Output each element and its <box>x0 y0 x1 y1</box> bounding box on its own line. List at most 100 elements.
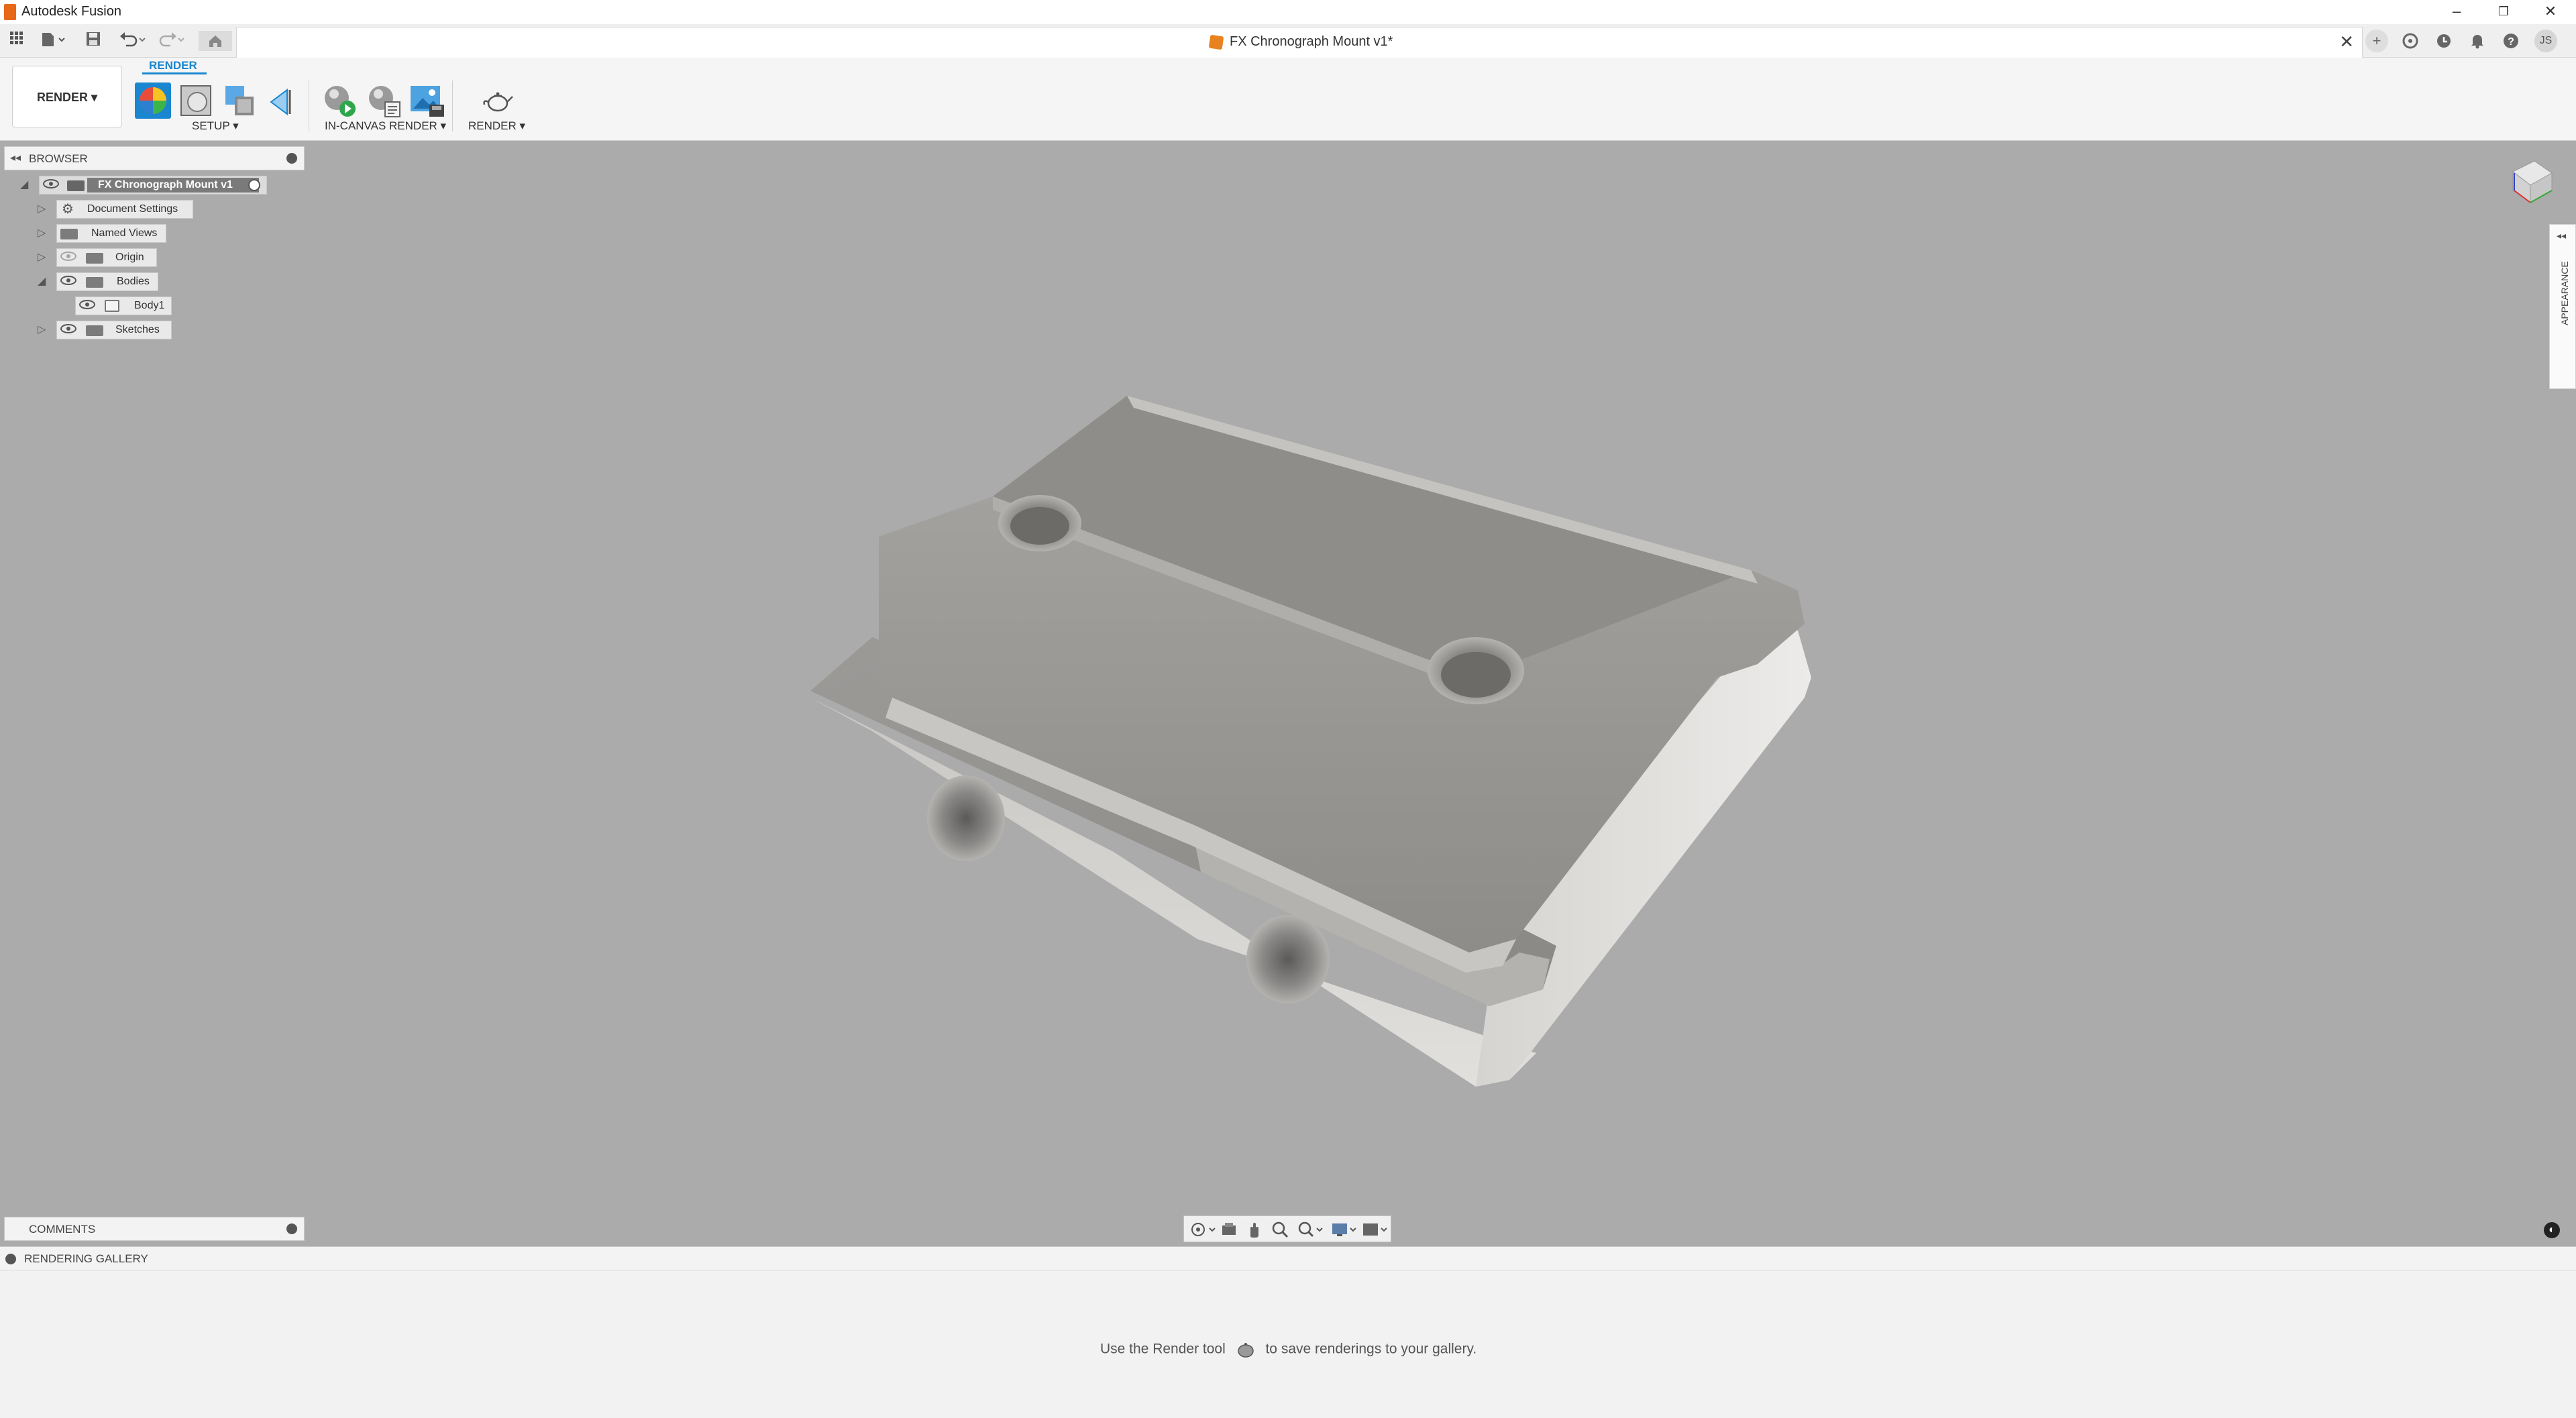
render-teapot-icon <box>1234 1340 1258 1359</box>
model-body1[interactable] <box>798 382 1831 1093</box>
toolbar: RENDER ▾ RENDER SETUP ▾ IN-CANVAS RENDER… <box>0 58 2576 141</box>
new-tab-icon[interactable]: + <box>2365 30 2388 52</box>
job-status-icon[interactable] <box>2432 30 2455 52</box>
extensions-icon[interactable] <box>2399 30 2422 52</box>
gallery-message-start: Use the Render tool <box>1100 1341 1226 1357</box>
in-canvas-render-group-label[interactable]: IN-CANVAS RENDER ▾ <box>325 119 446 133</box>
document-tab-title: FX Chronograph Mount v1* <box>1230 34 1393 49</box>
rendering-gallery-title: RENDERING GALLERY <box>24 1252 148 1265</box>
toolbar-separator <box>452 80 453 131</box>
folder-icon <box>60 229 78 239</box>
viewcube[interactable] <box>2501 149 2561 209</box>
document-tab[interactable]: FX Chronograph Mount v1* ✕ <box>236 27 2363 58</box>
collapse-arrow-icon[interactable]: ◢ <box>38 274 46 288</box>
texture-map-icon[interactable] <box>220 82 258 119</box>
visibility-eye-icon[interactable] <box>60 252 76 261</box>
close-tab-icon[interactable]: ✕ <box>2339 32 2354 52</box>
save-icon[interactable] <box>83 31 103 51</box>
app-grid-icon[interactable] <box>7 31 27 51</box>
gallery-message-end: to save renderings to your gallery. <box>1265 1341 1477 1357</box>
browser-item-sketches[interactable]: ▷ Sketches <box>38 321 178 339</box>
tree-item-label: Named Views <box>91 227 158 239</box>
folder-icon <box>86 277 103 288</box>
home-icon[interactable] <box>199 31 232 51</box>
visibility-eye-icon[interactable] <box>60 276 76 285</box>
os-title-bar: Autodesk Fusion – ❐ ✕ <box>0 0 2576 24</box>
tree-item-label: Sketches <box>115 324 160 335</box>
pan-hand-icon[interactable] <box>1244 1220 1265 1239</box>
appearance-tool-icon[interactable] <box>177 82 215 119</box>
rendering-gallery-header[interactable]: RENDERING GALLERY <box>0 1246 2576 1270</box>
browser-panel-header[interactable]: ◂◂ BROWSER <box>4 146 305 170</box>
appearance-panel-tab[interactable]: ◂◂ APPEARANCE <box>2549 224 2576 389</box>
body-icon <box>105 300 119 312</box>
quick-access-bar: FX Chronograph Mount v1* ✕ + ? JS <box>0 24 2576 58</box>
minimize-button[interactable]: – <box>2442 1 2471 23</box>
collapse-arrow-icon[interactable]: ◢ <box>20 178 28 191</box>
decal-icon[interactable] <box>264 82 302 119</box>
expand-arrow-icon[interactable]: ▷ <box>38 323 46 336</box>
browser-root-row[interactable]: ◢ FX Chronograph Mount v1 <box>20 176 275 195</box>
expand-arrow-icon[interactable]: ▷ <box>38 250 46 264</box>
folder-icon <box>86 253 103 264</box>
tree-item-label: Body1 <box>134 300 165 311</box>
undo-icon[interactable] <box>118 31 148 51</box>
appearance-label: APPEARANCE <box>2559 261 2570 325</box>
capture-image-icon[interactable] <box>408 82 445 119</box>
redo-icon[interactable] <box>157 31 186 51</box>
tab-active-indicator <box>142 72 207 74</box>
gear-icon: ⚙ <box>62 202 74 217</box>
panel-pin-icon[interactable] <box>286 153 297 164</box>
visibility-eye-icon[interactable] <box>60 324 76 333</box>
fusion-logo-icon <box>4 4 16 20</box>
browser-title: BROWSER <box>29 152 88 165</box>
gallery-empty-message: Use the Render tool to save renderings t… <box>1100 1340 1477 1359</box>
component-icon <box>67 180 85 191</box>
comments-title: COMMENTS <box>29 1223 96 1236</box>
browser-root-label: FX Chronograph Mount v1 <box>98 179 233 190</box>
orbit-icon[interactable] <box>1188 1220 1218 1239</box>
navigation-bar <box>1183 1215 1391 1242</box>
activate-radio-icon[interactable] <box>248 179 260 191</box>
expand-panel-icon[interactable]: ◂◂ <box>2557 230 2566 241</box>
browser-item-document-settings[interactable]: ▷ ⚙ Document Settings <box>38 200 199 219</box>
texture-toggle-icon[interactable]: ◐ <box>2544 1222 2560 1238</box>
browser-item-bodies[interactable]: ◢ Bodies <box>38 272 165 291</box>
scene-settings-icon[interactable] <box>134 82 172 119</box>
look-at-icon[interactable] <box>1219 1220 1239 1239</box>
expand-arrow-icon[interactable]: ▷ <box>38 202 46 215</box>
browser-item-origin[interactable]: ▷ Origin <box>38 248 165 267</box>
workspace-switcher[interactable]: RENDER ▾ <box>12 66 122 127</box>
visibility-eye-icon[interactable] <box>79 300 95 309</box>
folder-icon <box>86 325 103 336</box>
app-title: Autodesk Fusion <box>21 4 121 19</box>
zoom-window-icon[interactable] <box>1295 1220 1325 1239</box>
browser-item-body1[interactable]: Body1 <box>56 296 177 315</box>
file-menu-icon[interactable] <box>39 31 68 51</box>
gallery-collapse-icon[interactable] <box>5 1254 16 1264</box>
tab-render[interactable]: RENDER <box>149 59 197 72</box>
tree-item-label: Document Settings <box>87 203 178 215</box>
restore-button[interactable]: ❐ <box>2489 1 2518 23</box>
zoom-icon[interactable] <box>1270 1220 1290 1239</box>
notifications-icon[interactable] <box>2466 30 2489 52</box>
render-settings-icon[interactable] <box>365 82 402 119</box>
render-group-label[interactable]: RENDER ▾ <box>468 119 525 133</box>
svg-text:?: ? <box>2508 36 2514 48</box>
collapse-panel-icon[interactable]: ◂◂ <box>10 151 21 164</box>
close-window-button[interactable]: ✕ <box>2536 1 2565 23</box>
tree-item-label: Bodies <box>117 276 150 287</box>
browser-item-named-views[interactable]: ▷ Named Views <box>38 224 172 243</box>
render-teapot-icon[interactable] <box>479 82 517 119</box>
in-canvas-render-icon[interactable] <box>321 82 358 119</box>
display-settings-icon[interactable] <box>1329 1220 1358 1239</box>
help-icon[interactable]: ? <box>2500 30 2522 52</box>
user-avatar[interactable]: JS <box>2534 30 2557 52</box>
rendering-gallery-body: Use the Render tool to save renderings t… <box>0 1270 2576 1418</box>
comments-add-icon[interactable] <box>286 1223 297 1234</box>
grid-snaps-icon[interactable] <box>1360 1220 1389 1239</box>
expand-arrow-icon[interactable]: ▷ <box>38 226 46 239</box>
setup-group-label[interactable]: SETUP ▾ <box>192 119 239 133</box>
visibility-eye-icon[interactable] <box>43 179 59 188</box>
comments-panel-header[interactable]: COMMENTS <box>4 1217 305 1241</box>
